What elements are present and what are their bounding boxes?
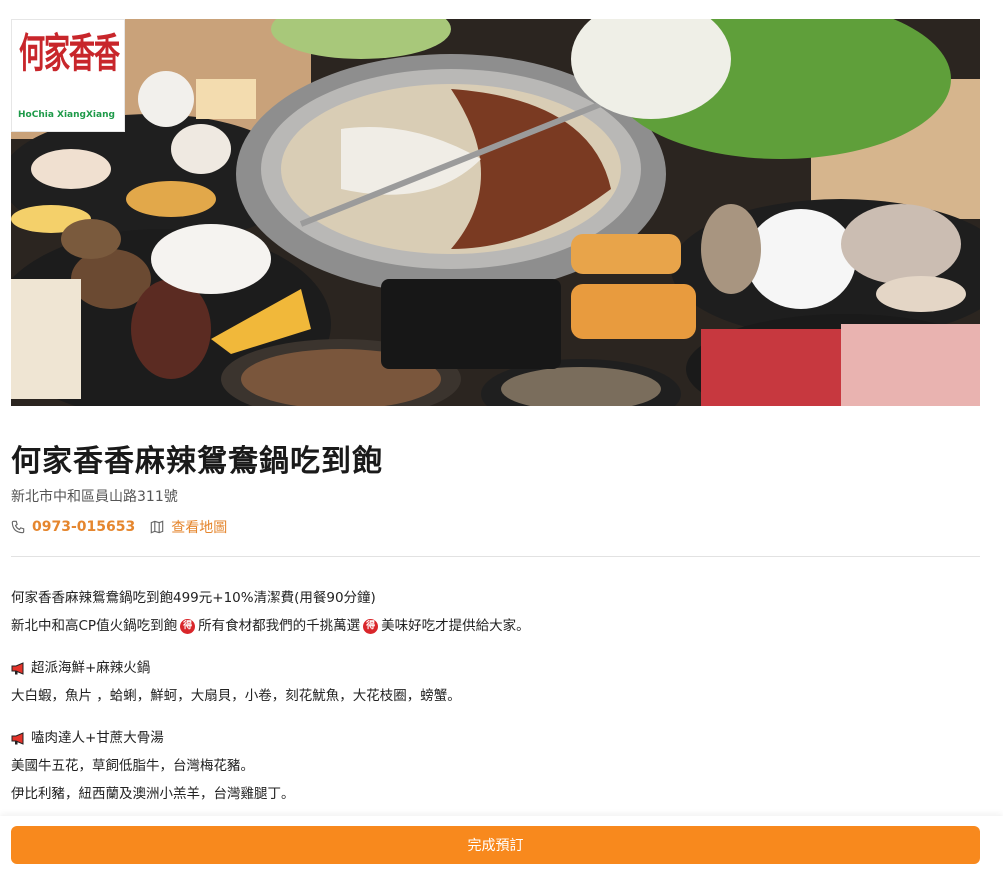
restaurant-address: 新北市中和區員山路311號 — [11, 489, 178, 505]
phone-icon — [11, 520, 25, 534]
logo-mark: 何家香香 — [18, 31, 120, 78]
description-line: 美國牛五花，草飼低脂牛，台灣梅花豬。 — [11, 758, 254, 774]
de-badge-icon: 得 — [363, 618, 379, 634]
description-line: 何家香香麻辣鴛鴦鍋吃到飽499元+10%清潔費(用餐90分鐘) — [11, 590, 376, 606]
map-icon — [150, 520, 164, 534]
hotpot-photo — [11, 19, 980, 406]
view-map-link[interactable]: 查看地圖 — [171, 517, 227, 537]
logo-subtext: HoChia XiangXiang — [18, 110, 115, 120]
complete-booking-button[interactable]: 完成預訂 — [11, 826, 980, 864]
megaphone-icon — [11, 731, 24, 745]
restaurant-description: 何家香香麻辣鴛鴦鍋吃到飽499元+10%清潔費(用餐90分鐘) 新北中和高CP值… — [11, 584, 980, 808]
de-badge-icon: 得 — [180, 618, 196, 634]
hero-image — [11, 19, 980, 406]
section-heading: 超派海鮮+麻辣火鍋 — [11, 654, 980, 682]
phone-link[interactable]: 0973-015653 — [32, 519, 135, 535]
description-line: 伊比利豬，紐西蘭及澳洲小羔羊，台灣雞腿丁。 — [11, 786, 295, 802]
description-line: 新北中和高CP值火鍋吃到飽 得 所有食材都我們的千挑萬選 得 美味好吃才提供給大… — [11, 618, 530, 634]
divider — [11, 556, 980, 557]
restaurant-logo: 何家香香 HoChia XiangXiang — [11, 19, 125, 132]
restaurant-title: 何家香香麻辣鴛鴦鍋吃到飽 — [11, 444, 383, 479]
section-heading: 嗑肉達人+甘蔗大骨湯 — [11, 724, 980, 752]
contact-row: 0973-015653 查看地圖 — [11, 516, 227, 538]
description-line: 大白蝦，魚片 ，蛤蜊，鮮蚵，大扇貝，小卷，刻花魷魚，大花枝圈，螃蟹。 — [11, 688, 461, 704]
megaphone-icon — [11, 661, 24, 675]
